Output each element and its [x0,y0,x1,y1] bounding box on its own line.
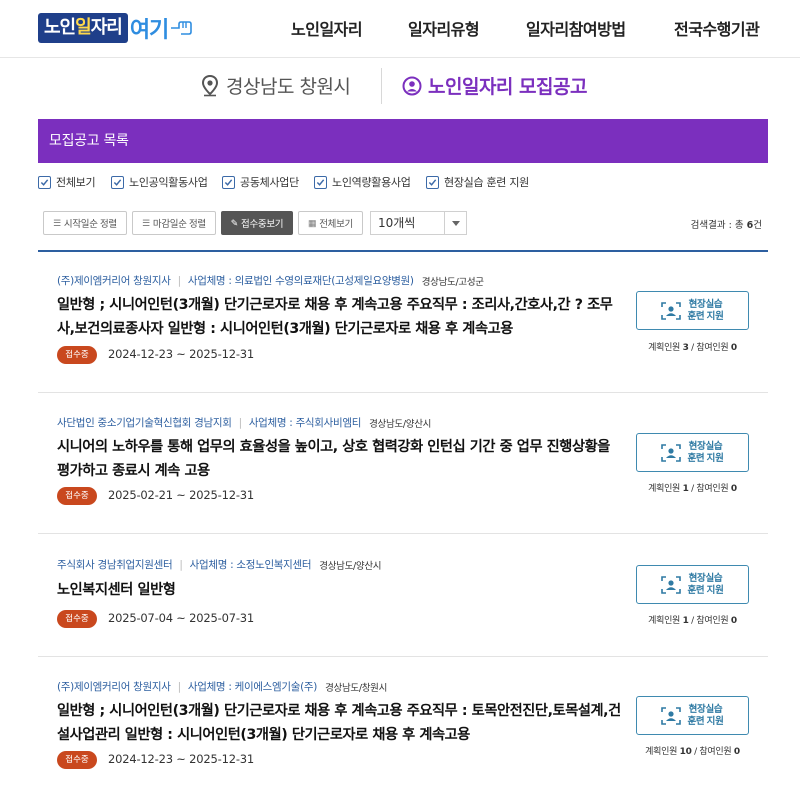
location-bar: 경상남도 창원시 노인일자리 모집공고 [0,58,800,114]
listing-org-link[interactable]: 주식회사 경남취업지원센터 [57,557,173,572]
page-size-select[interactable]: 10개씩 [370,211,467,235]
listing-item: (주)제이엠커리어 창원지사 | 사업체명 : 의료법인 수영의료재단(고성제일… [38,252,768,393]
map-pin-icon [201,74,219,96]
checkbox-checked-icon[interactable] [38,175,51,189]
listing-headcount: 계획인원 3 / 참여인원 0 [648,343,737,353]
list-icon: ☰ [53,217,61,228]
person-frame-icon [661,443,682,462]
field-training-apply-button[interactable]: 현장실습 훈련 지원 [636,433,749,472]
site-header: 노인일자리 여기 노인일자리 일자리유형 일자리참여방법 전국수행기관 [0,0,800,58]
status-badge: 접수중 [57,610,97,628]
filter-all[interactable]: 전체보기 [38,174,96,190]
listing-area: 경상남도/창원시 [325,682,388,694]
status-badge: 접수중 [57,346,97,364]
show-receiving-button[interactable]: ✎ 접수중보기 [221,211,293,235]
listing-business-name: 사업체명 : 주식회사비엠티 [248,417,362,429]
filter-public-activity[interactable]: 노인공익활동사업 [111,174,208,190]
list-icon: ☰ [142,217,150,228]
listing-org-link[interactable]: (주)제이엠커리어 창원지사 [57,273,171,288]
listing-meta: (주)제이엠커리어 창원지사 | 사업체명 : 케이에스엠기술(주) 경상남도/… [57,679,388,694]
filter-field-training[interactable]: 현장실습 훈련 지원 [426,174,529,190]
listing-area: 경상남도/고성군 [421,276,484,288]
listing-meta: (주)제이엠커리어 창원지사 | 사업체명 : 의료법인 수영의료재단(고성제일… [57,273,484,288]
field-training-apply-button[interactable]: 현장실습 훈련 지원 [636,565,749,604]
logo-here-text: 여기 [129,18,169,43]
checkbox-checked-icon[interactable] [314,175,327,189]
checkbox-checked-icon[interactable] [426,175,439,189]
listing-area: 경상남도/양산시 [319,560,382,572]
listing-org-link[interactable]: 사단법인 중소기업기술혁신협회 경남지회 [57,415,232,430]
search-result-count: 검색결과 : 총 6건 [690,220,762,231]
nav-senior-jobs[interactable]: 노인일자리 [291,16,363,40]
checkbox-checked-icon[interactable] [222,175,235,189]
listing-item: (주)제이엠커리어 창원지사 | 사업체명 : 케이에스엠기술(주) 경상남도/… [38,657,768,798]
listing-item: 사단법인 중소기업기술혁신협회 경남지회 | 사업체명 : 주식회사비엠티 경상… [38,393,768,534]
nav-job-types[interactable]: 일자리유형 [408,16,480,40]
region-label: 경상남도 창원시 [226,76,351,98]
listing-meta: 사단법인 중소기업기술혁신협회 경남지회 | 사업체명 : 주식회사비엠티 경상… [57,415,432,430]
section-label: 노인일자리 모집공고 [428,76,587,98]
nav-agencies[interactable]: 전국수행기관 [674,16,760,40]
listing-headcount: 계획인원 1 / 참여인원 0 [648,616,737,626]
sort-start-button[interactable]: ☰ 시작일순 정렬 [43,211,127,235]
listing-business-name: 사업체명 : 의료법인 수영의료재단(고성제일요양병원) [187,275,414,287]
status-badge: 접수중 [57,487,97,505]
listing-headcount: 계획인원 1 / 참여인원 0 [648,484,737,494]
listing-item: 주식회사 경남취업지원센터 | 사업체명 : 소정노인복지센터 경상남도/양산시… [38,534,768,657]
grid-icon: ▦ [308,217,317,228]
listing-meta: 주식회사 경남취업지원센터 | 사업체명 : 소정노인복지센터 경상남도/양산시 [57,557,382,572]
person-frame-icon [661,575,682,594]
listing-period: 2025-07-04 ~ 2025-07-31 [108,611,255,625]
person-frame-icon [661,301,682,320]
listing-org-link[interactable]: (주)제이엠커리어 창원지사 [57,679,171,694]
listing-title-link[interactable]: 시니어의 노하우를 통해 업무의 효율성을 높이고, 상호 협력강화 인턴십 기… [57,435,623,483]
listing-period: 2025-02-21 ~ 2025-12-31 [108,488,255,502]
listing-period: 2024-12-23 ~ 2025-12-31 [108,752,255,766]
listing-title-link[interactable]: 일반형 ; 시니어인턴(3개월) 단기근로자로 채용 후 계속고용 주요직무 :… [57,699,623,747]
user-circle-icon [402,76,422,95]
region-selector[interactable]: 경상남도 창원시 [200,72,351,99]
checkbox-checked-icon[interactable] [111,175,124,189]
listing-area: 경상남도/양산시 [369,418,432,430]
listing-title-link[interactable]: 일반형 ; 시니어인턴(3개월) 단기근로자로 채용 후 계속고용 주요직무 :… [57,293,623,341]
status-badge: 접수중 [57,751,97,769]
logo-badge: 노인일자리 [38,13,128,43]
listing-banner: 모집공고 목록 [38,119,768,163]
listing-business-name: 사업체명 : 케이에스엠기술(주) [187,681,318,693]
listing-title-link[interactable]: 노인복지센터 일반형 [57,578,623,602]
caret-down-icon [444,212,466,234]
listing-headcount: 계획인원 10 / 참여인원 0 [645,747,740,757]
pencil-icon: ✎ [230,217,239,228]
listing-business-name: 사업체명 : 소정노인복지센터 [189,559,312,571]
view-all-button[interactable]: ▦ 전체보기 [298,211,363,235]
sort-end-button[interactable]: ☰ 마감일순 정렬 [132,211,216,235]
nav-how-to-join[interactable]: 일자리참여방법 [526,16,626,40]
field-training-apply-button[interactable]: 현장실습 훈련 지원 [636,696,749,735]
divider [381,68,382,104]
site-logo[interactable]: 노인일자리 여기 [38,11,196,45]
filter-capability[interactable]: 노인역량활용사업 [314,174,411,190]
person-frame-icon [661,706,682,725]
field-training-apply-button[interactable]: 현장실습 훈련 지원 [636,291,749,330]
filter-community[interactable]: 공동체사업단 [222,174,299,190]
pointing-hand-icon [171,21,193,35]
listing-period: 2024-12-23 ~ 2025-12-31 [108,347,255,361]
section-title: 노인일자리 모집공고 [402,72,587,99]
